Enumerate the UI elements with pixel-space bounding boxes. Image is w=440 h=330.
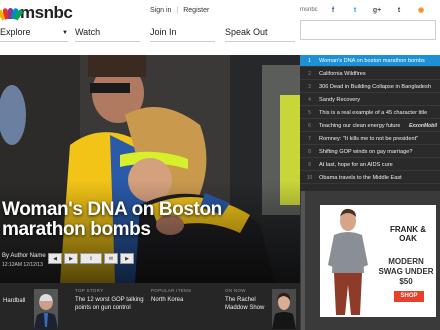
- list-number: 10: [306, 174, 313, 181]
- strip-category: On now: [225, 288, 246, 293]
- main-nav: Explore ▼ Watch Join In Speak Out: [0, 24, 300, 42]
- hero-image[interactable]: Woman's DNA on Boston marathon bombs By …: [0, 55, 300, 283]
- chevron-down-icon: ▼: [62, 30, 68, 36]
- list-text: Sandy Recovery: [319, 96, 361, 103]
- msnbc-logo[interactable]: msnbc: [0, 3, 73, 22]
- sponsor-logo: ExxonMobil: [408, 122, 437, 129]
- list-item[interactable]: 6 Teaching our clean energy future Exxon…: [300, 120, 440, 132]
- list-text: Woman's DNA on boston marathon bombs: [319, 57, 425, 64]
- list-item[interactable]: 3 306 Dead in Building Collapse in Bangl…: [300, 81, 440, 93]
- sign-in-link[interactable]: Sign in: [150, 7, 171, 14]
- search-box[interactable]: [300, 20, 436, 42]
- list-number: 2: [308, 70, 311, 77]
- list-text: Obama travels to the Middle East: [319, 174, 402, 181]
- strip-item-popular[interactable]: Popular items North Korea: [148, 283, 222, 330]
- bottom-strip: Hardball Top story The 12 worst GOP talk…: [0, 283, 300, 330]
- slideshow-controls: ◀ ▶ ⇪ ✉ ▶: [48, 253, 134, 264]
- strip-title: North Korea: [151, 297, 184, 303]
- list-number: 1: [308, 57, 311, 64]
- register-link[interactable]: Register: [183, 7, 209, 14]
- list-item[interactable]: 4 Sandy Recovery: [300, 94, 440, 106]
- ad-brand: FRANK & OAK: [390, 225, 426, 243]
- list-item[interactable]: 2 California Wildfires: [300, 68, 440, 80]
- ad-scrollbar[interactable]: [301, 191, 305, 330]
- hero-timestamp: 12:12AM 12/12/13: [2, 262, 43, 268]
- twitter-icon[interactable]: t: [344, 7, 366, 14]
- share-icon[interactable]: ⇪: [80, 253, 102, 264]
- model-image: [320, 205, 376, 317]
- list-text: Teaching our clean energy future: [319, 122, 401, 129]
- list-text: California Wildfires: [319, 70, 366, 77]
- nav-watch[interactable]: Watch: [75, 27, 140, 42]
- social-bar: msnbc f t g+ t ◉: [300, 6, 432, 15]
- play-icon[interactable]: ▶: [64, 253, 78, 264]
- comment-icon[interactable]: ✉: [104, 253, 118, 264]
- hero-headline[interactable]: Woman's DNA on Boston marathon bombs: [2, 200, 292, 240]
- list-text: 306 Dead in Building Collapse in Banglad…: [319, 83, 431, 90]
- list-text: This is a real example of a 45 character…: [319, 109, 428, 116]
- nav-explore[interactable]: Explore ▼: [0, 27, 68, 42]
- facebook-icon[interactable]: f: [322, 7, 344, 14]
- peacock-icon: [0, 7, 24, 21]
- strip-title: The 12 worst GOP talking points on gun c…: [75, 297, 144, 311]
- strip-category: Popular items: [151, 288, 192, 293]
- nav-explore-label: Explore: [0, 27, 31, 37]
- strip-item-top-story[interactable]: Top story The 12 worst GOP talking point…: [72, 283, 148, 330]
- host-thumbnail: [272, 289, 296, 329]
- ad-creative[interactable]: FRANK & OAK MODERN SWAG UNDER $50 SHOP: [320, 205, 436, 317]
- prev-icon[interactable]: ◀: [48, 253, 62, 264]
- advertisement[interactable]: FRANK & OAK MODERN SWAG UNDER $50 SHOP: [300, 191, 440, 330]
- social-brand: msnbc: [300, 7, 318, 13]
- nav-join-in-label: Join In: [150, 27, 177, 37]
- nav-speak-out[interactable]: Speak Out: [225, 27, 295, 42]
- rss-icon[interactable]: ◉: [410, 6, 432, 14]
- strip-category: Top story: [75, 288, 104, 293]
- list-item[interactable]: 10 Obama travels to the Middle East: [300, 172, 440, 184]
- list-number: 7: [308, 135, 311, 142]
- host-thumbnail: [34, 289, 58, 329]
- shop-button[interactable]: SHOP: [394, 291, 424, 302]
- next-icon[interactable]: ▶: [120, 253, 134, 264]
- list-number: 8: [308, 148, 311, 155]
- list-number: 6: [308, 122, 311, 129]
- list-item[interactable]: 1 Woman's DNA on boston marathon bombs: [300, 55, 440, 67]
- list-number: 4: [308, 96, 311, 103]
- tumblr-icon[interactable]: t: [388, 7, 410, 14]
- strip-item-on-now[interactable]: On now The Rachel Maddow Show: [222, 283, 300, 330]
- list-text: Romney: "It kills me to not be president…: [319, 135, 419, 142]
- strip-title: Hardball: [3, 298, 26, 304]
- list-item[interactable]: 8 Shifting GOP winds on gay marriage?: [300, 146, 440, 158]
- ad-copy: MODERN SWAG UNDER $50: [378, 257, 434, 286]
- google-plus-icon[interactable]: g+: [366, 7, 388, 14]
- headline-list: 1 Woman's DNA on boston marathon bombs 2…: [300, 55, 440, 191]
- list-item[interactable]: 7 Romney: "It kills me to not be preside…: [300, 133, 440, 145]
- strip-title: The Rachel Maddow Show: [225, 297, 265, 311]
- list-number: 5: [308, 109, 311, 116]
- nav-join-in[interactable]: Join In: [150, 27, 215, 42]
- nav-speak-out-label: Speak Out: [225, 27, 268, 37]
- list-item[interactable]: 5 This is a real example of a 45 charact…: [300, 107, 440, 119]
- list-text: Shifting GOP winds on gay marriage?: [319, 148, 413, 155]
- list-item[interactable]: 9 At last, hope for an AIDS cure: [300, 159, 440, 171]
- auth-links: Sign in | Register: [150, 7, 209, 14]
- logo-text: msnbc: [20, 3, 73, 22]
- hero-photo: [0, 55, 300, 283]
- list-text: At last, hope for an AIDS cure: [319, 161, 393, 168]
- auth-separator: |: [176, 7, 179, 14]
- list-number: 3: [308, 83, 311, 90]
- nav-watch-label: Watch: [75, 27, 101, 37]
- search-input[interactable]: [301, 23, 435, 42]
- list-number: 9: [308, 161, 311, 168]
- strip-item-hardball[interactable]: Hardball: [0, 283, 72, 330]
- hero-byline: By Author Name: [2, 253, 46, 259]
